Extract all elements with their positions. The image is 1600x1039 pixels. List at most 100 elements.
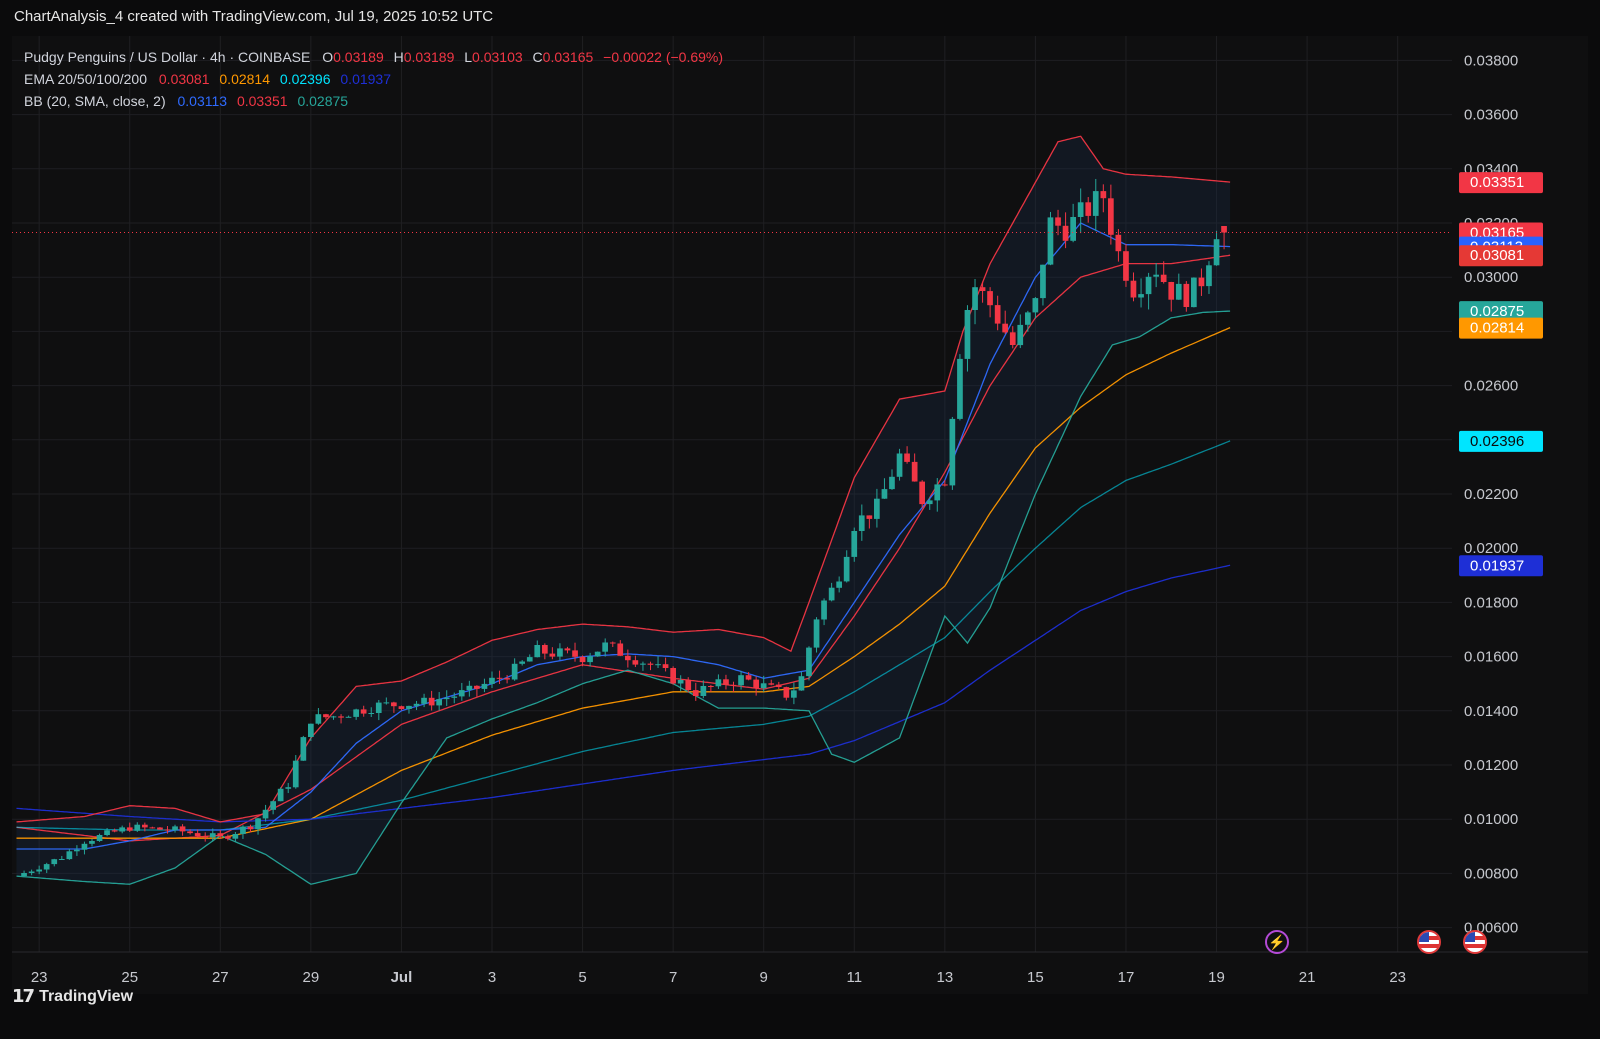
- candle: [934, 484, 941, 501]
- candle: [1100, 191, 1107, 199]
- price-badge-label: 0.03351: [1470, 174, 1524, 191]
- candle: [1115, 234, 1122, 252]
- candle: [496, 677, 503, 679]
- ema-label: EMA 20/50/100/200: [24, 71, 147, 87]
- candle: [866, 515, 873, 519]
- legend-ema-row[interactable]: EMA 20/50/100/200 0.03081 0.02814 0.0239…: [24, 68, 729, 90]
- candle: [1055, 217, 1061, 226]
- candle: [292, 760, 299, 788]
- y-tick-label: 0.01800: [1464, 594, 1518, 611]
- candle: [745, 675, 752, 680]
- chart-title: ChartAnalysis_4 created with TradingView…: [14, 8, 494, 25]
- price-badge-label: 0.01937: [1470, 557, 1524, 574]
- candle: [474, 685, 480, 689]
- candle: [421, 697, 427, 704]
- candle: [1085, 202, 1092, 216]
- brand-name: TradingView: [39, 987, 134, 1005]
- candle: [1130, 280, 1137, 298]
- bb-basis-value: 0.03113: [177, 93, 228, 109]
- price-badge-label: 0.02814: [1470, 320, 1524, 337]
- candle: [692, 690, 699, 696]
- candle: [1145, 276, 1152, 295]
- candle: [640, 663, 646, 665]
- candle: [126, 827, 133, 831]
- candle: [172, 826, 178, 831]
- candle: [594, 651, 601, 657]
- candle: [104, 830, 110, 835]
- candle: [383, 702, 390, 704]
- x-tick-label: 7: [669, 969, 677, 986]
- candle: [715, 679, 722, 687]
- candle: [843, 556, 850, 582]
- candle: [783, 687, 790, 698]
- candle: [436, 699, 442, 706]
- price-badge-label: 0.02875: [1470, 303, 1524, 320]
- candle: [413, 703, 420, 706]
- candle: [89, 841, 95, 844]
- y-tick-label: 0.01600: [1464, 649, 1518, 666]
- candle: [587, 656, 593, 663]
- candle: [813, 619, 820, 648]
- candle: [881, 489, 888, 499]
- candle: [972, 287, 978, 310]
- us-flag-event-icon[interactable]: [1463, 930, 1487, 954]
- candle: [81, 843, 88, 850]
- candle: [617, 643, 624, 656]
- candle: [1047, 217, 1054, 265]
- candle: [164, 829, 171, 831]
- candle: [142, 824, 148, 828]
- x-tick-label: 27: [212, 969, 229, 986]
- ema100-value: 0.02396: [279, 71, 331, 87]
- x-tick-label: 13: [936, 969, 953, 986]
- tradingview-logo[interactable]: 𝟭𝟳 TradingView: [12, 986, 133, 1007]
- chart-pane[interactable]: 0.038000.036000.034000.032000.030000.028…: [12, 36, 1588, 994]
- candle: [609, 642, 616, 644]
- candle: [1040, 264, 1046, 299]
- candle: [451, 696, 458, 698]
- candle: [1206, 265, 1212, 287]
- x-tick-label: 21: [1299, 969, 1316, 986]
- candle: [308, 723, 314, 737]
- ema200-value: 0.01937: [340, 71, 391, 87]
- candle: [428, 697, 435, 706]
- us-flag-event-icon[interactable]: [1417, 930, 1441, 954]
- legend-symbol-row: Pudgy Penguins / US Dollar · 4h · COINBA…: [24, 46, 729, 68]
- candle: [572, 650, 578, 657]
- candle: [74, 849, 80, 852]
- candle: [979, 287, 986, 291]
- candle: [1221, 226, 1227, 233]
- x-tick-label: 9: [760, 969, 768, 986]
- legend-bb-row[interactable]: BB (20, SMA, close, 2) 0.03113 0.03351 0…: [24, 90, 729, 112]
- candle: [217, 833, 224, 837]
- candle: [157, 827, 163, 830]
- candle: [760, 683, 767, 689]
- symbol-name[interactable]: Pudgy Penguins / US Dollar · 4h · COINBA…: [24, 49, 310, 65]
- ohlc-high-label: H: [393, 49, 404, 65]
- x-tick-label: 15: [1027, 969, 1044, 986]
- y-tick-label: 0.03600: [1464, 107, 1518, 124]
- price-chart[interactable]: 0.038000.036000.034000.032000.030000.028…: [12, 36, 1588, 994]
- ema20-value: 0.03081: [158, 71, 210, 87]
- candle: [391, 702, 397, 707]
- candle: [738, 675, 744, 686]
- candle: [662, 664, 669, 668]
- bb-lower-value: 0.02875: [297, 93, 349, 109]
- candle: [1153, 274, 1159, 277]
- candle: [994, 305, 1001, 324]
- candle: [225, 836, 231, 839]
- candle: [700, 686, 707, 696]
- candle: [896, 453, 903, 477]
- candle: [504, 678, 510, 680]
- candle: [919, 481, 925, 505]
- candle: [821, 600, 827, 620]
- y-tick-label: 0.01400: [1464, 703, 1518, 720]
- candle: [655, 664, 661, 666]
- candle: [1160, 274, 1167, 282]
- candle: [579, 656, 586, 663]
- candle: [481, 683, 488, 689]
- lightning-event-icon[interactable]: ⚡: [1265, 930, 1289, 954]
- candle: [323, 714, 329, 718]
- candle: [949, 418, 956, 486]
- candle: [194, 833, 201, 837]
- candle: [443, 697, 450, 700]
